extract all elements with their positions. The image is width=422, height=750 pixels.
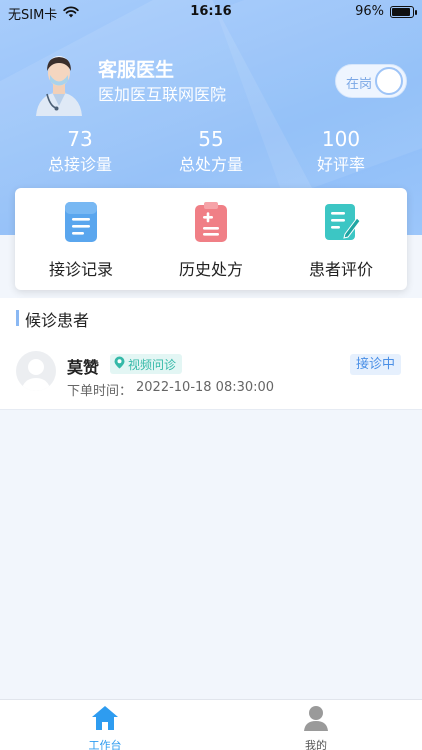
- doctor-name: 客服医生: [98, 59, 175, 81]
- action-label: 历史处方: [178, 260, 243, 279]
- stat-label: 总接诊量: [47, 155, 112, 174]
- on-duty-label: 在岗: [346, 77, 373, 92]
- consultation-type-badge: 视频问诊: [110, 354, 183, 374]
- status-badge[interactable]: 接诊中: [349, 354, 401, 375]
- home-icon: [91, 706, 119, 735]
- stat-value: 73: [67, 127, 93, 151]
- tab-bar: 工作台 我的: [0, 699, 422, 750]
- stat-total-prescriptions: 55 总处方量: [151, 126, 271, 178]
- toggle-knob: [375, 67, 403, 95]
- stat-value: 100: [321, 127, 361, 151]
- order-time: 2022-10-18 08:30:00: [136, 380, 275, 395]
- waiting-patients-header: 候诊患者: [0, 298, 422, 342]
- tab-label: 工作台: [88, 739, 122, 750]
- on-duty-toggle[interactable]: 在岗: [335, 64, 407, 98]
- stat-total-consultations: 73 总接诊量: [20, 126, 140, 178]
- stat-label: 好评率: [316, 155, 365, 174]
- location-pin-icon: [114, 356, 125, 372]
- doctor-profile[interactable]: 客服医生 医加医互联网医院: [30, 48, 226, 116]
- action-label: 患者评价: [308, 260, 373, 279]
- action-label: 接诊记录: [48, 260, 113, 279]
- quick-actions-card: 接诊记录 历史处方 患者评价: [15, 188, 407, 290]
- section-title: 候诊患者: [25, 311, 90, 330]
- battery-percent: 96%: [355, 4, 384, 19]
- prescription-history-icon: [191, 200, 231, 244]
- battery-icon: [390, 5, 417, 18]
- patient-reviews-button[interactable]: 患者评价: [286, 200, 396, 280]
- stat-positive-rate: 100 好评率: [281, 126, 401, 178]
- section-accent-bar: [16, 310, 19, 326]
- prescription-history-button[interactable]: 历史处方: [156, 200, 266, 280]
- user-icon: [302, 706, 330, 735]
- consultation-type-label: 视频问诊: [128, 357, 177, 372]
- patient-review-icon: [321, 200, 361, 244]
- doctor-avatar-icon: [30, 48, 88, 116]
- consultation-records-button[interactable]: 接诊记录: [26, 200, 136, 280]
- patient-name: 莫赞: [67, 358, 100, 377]
- tab-label: 我的: [305, 739, 327, 750]
- tab-mine[interactable]: 我的: [281, 705, 351, 750]
- status-bar: 无SIM卡 16:16 96%: [0, 0, 422, 24]
- stat-value: 55: [198, 127, 224, 151]
- consultation-record-icon: [61, 200, 101, 244]
- order-time-label: 下单时间：: [67, 384, 133, 399]
- hospital-name: 医加医互联网医院: [98, 85, 227, 104]
- stat-label: 总处方量: [178, 155, 243, 174]
- patient-row[interactable]: 莫赞 视频问诊 下单时间： 2022-10-18 08:30:00 接诊中: [0, 338, 422, 410]
- patient-avatar: [16, 351, 56, 391]
- tab-workbench[interactable]: 工作台: [70, 705, 140, 750]
